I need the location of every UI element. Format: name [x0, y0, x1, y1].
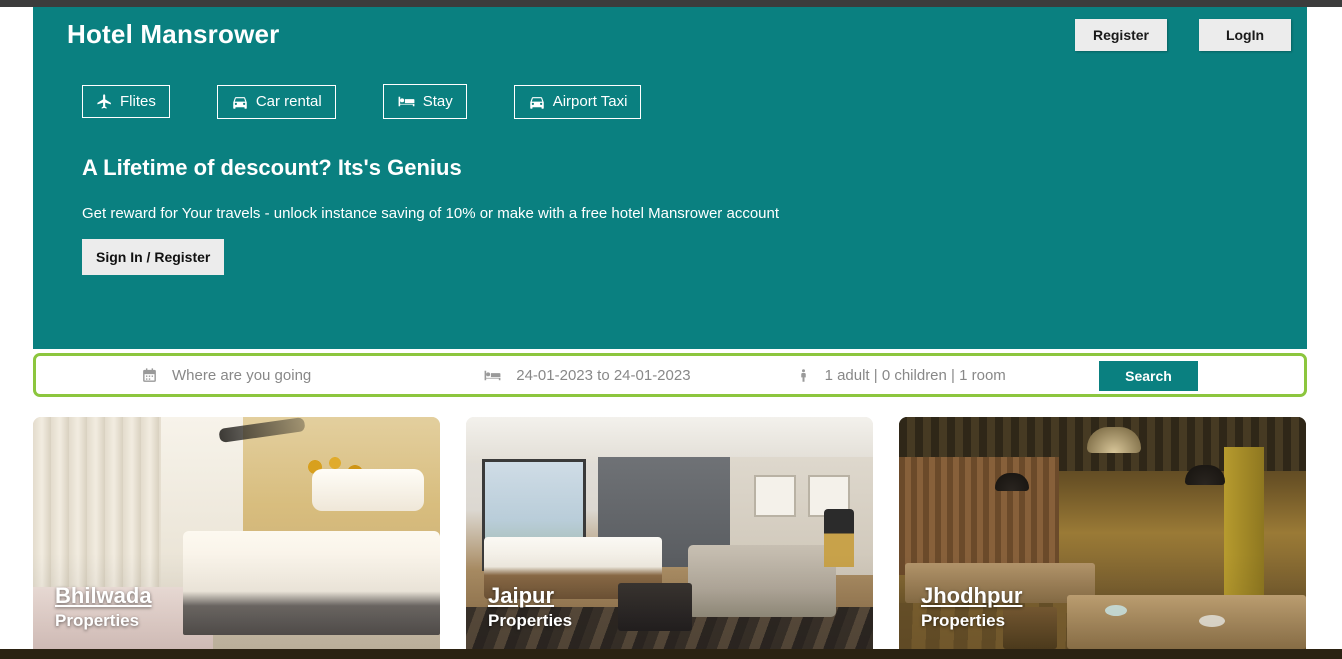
property-subtitle: Properties [488, 611, 573, 630]
taxi-icon [528, 93, 546, 111]
hero-section: Hotel Mansrower Register LogIn Flites Ca… [33, 7, 1307, 349]
bed-icon [483, 366, 502, 385]
bed-icon [397, 92, 416, 111]
plane-icon [96, 93, 113, 110]
person-icon [796, 367, 811, 384]
nav-tab-car-rental-label: Car rental [255, 93, 322, 110]
property-caption: Bhilwada Properties [55, 583, 152, 631]
dates-value: 24-01-2023 to 24-01-2023 [516, 366, 691, 384]
nav-tab-airport-taxi-label: Airport Taxi [552, 93, 628, 110]
car-icon [231, 93, 249, 111]
browser-top-edge [0, 0, 1342, 7]
property-card[interactable]: Jaipur Properties [466, 417, 873, 649]
nav-tab-flights-label: Flites [120, 93, 156, 110]
destination-field[interactable]: Where are you going [141, 356, 311, 394]
nav-tab-stay[interactable]: Stay [382, 84, 467, 119]
property-subtitle: Properties [55, 611, 140, 630]
guests-value: 1 adult | 0 children | 1 room [824, 366, 1006, 384]
property-subtitle: Properties [921, 611, 1006, 630]
property-caption: Jhodhpur Properties [921, 583, 1022, 631]
register-button[interactable]: Register [1075, 19, 1167, 51]
property-city-link[interactable]: Jhodhpur [921, 583, 1022, 609]
property-city-link[interactable]: Bhilwada [55, 583, 152, 609]
search-button[interactable]: Search [1099, 361, 1198, 391]
property-card[interactable]: Jhodhpur Properties [899, 417, 1306, 649]
sign-in-register-button[interactable]: Sign In / Register [82, 239, 225, 275]
page-root: Hotel Mansrower Register LogIn Flites Ca… [0, 7, 1342, 649]
nav-tab-airport-taxi[interactable]: Airport Taxi [513, 84, 642, 119]
nav-tab-flights[interactable]: Flites [82, 85, 170, 118]
brand-title: Hotel Mansrower [67, 19, 280, 49]
property-caption: Jaipur Properties [488, 583, 572, 631]
guests-field[interactable]: 1 adult | 0 children | 1 room [796, 356, 1006, 394]
login-button[interactable]: LogIn [1199, 19, 1291, 51]
destination-placeholder: Where are you going [172, 366, 312, 384]
property-city-link[interactable]: Jaipur [488, 583, 554, 609]
dates-field[interactable]: 24-01-2023 to 24-01-2023 [483, 356, 691, 394]
search-bar: Where are you going 24-01-2023 to 24-01-… [33, 353, 1307, 397]
primary-nav: Flites Car rental Stay Airport Taxi [82, 84, 642, 119]
calendar-icon [141, 367, 158, 384]
promo-subtext: Get reward for Your travels - unlock ins… [82, 205, 780, 222]
auth-button-group: Register LogIn [1075, 19, 1291, 51]
nav-tab-stay-label: Stay [422, 93, 453, 110]
promo-headline: A Lifetime of descount? Its's Genius [82, 155, 462, 180]
property-card[interactable]: Bhilwada Properties [33, 417, 440, 649]
nav-tab-car-rental[interactable]: Car rental [216, 84, 336, 119]
property-card-list: Bhilwada Properties Jaipur Properties Jh… [33, 417, 1307, 649]
browser-bottom-edge [0, 649, 1342, 659]
